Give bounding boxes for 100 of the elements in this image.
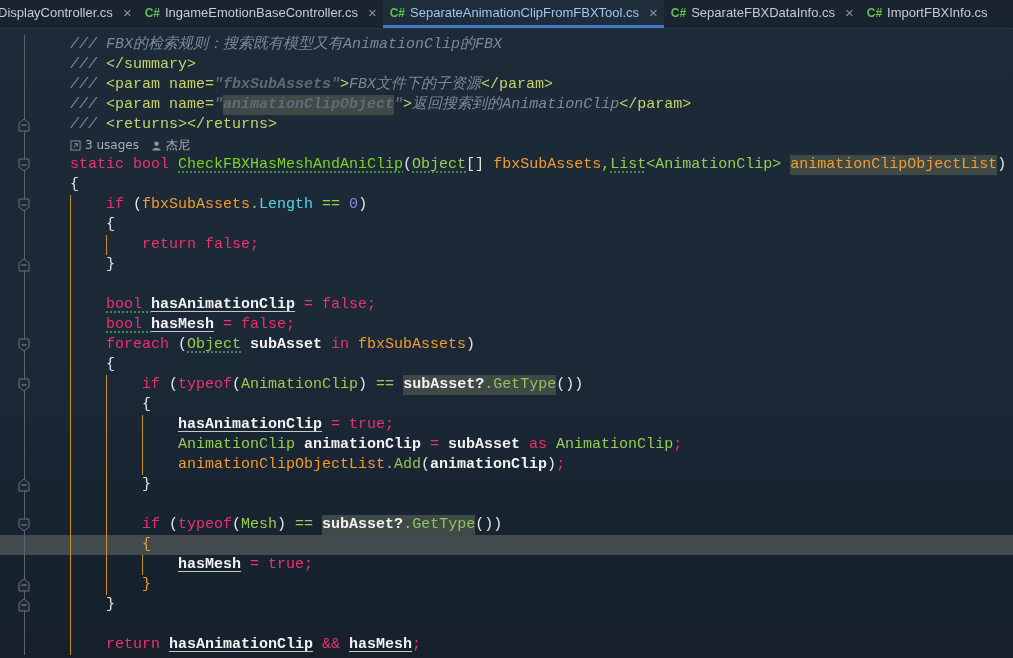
code-token: ( bbox=[232, 375, 242, 395]
code-token: } bbox=[106, 595, 115, 615]
code-token: hasAnimationClip bbox=[151, 295, 296, 315]
code-token: ( bbox=[133, 195, 143, 215]
code-token: bool bbox=[106, 295, 143, 315]
code-token: FBX文件下的子资源 bbox=[349, 75, 482, 95]
code-token: ( bbox=[421, 455, 431, 475]
code-token: [] bbox=[466, 155, 486, 175]
csharp-file-icon: C# bbox=[389, 5, 406, 20]
code-token: fbxSubAssets bbox=[142, 195, 251, 215]
usages-link[interactable]: 3 usages bbox=[70, 135, 139, 155]
code-token: ()) bbox=[556, 375, 584, 395]
code-token: typeof bbox=[178, 375, 233, 395]
code-token: = true; bbox=[330, 415, 395, 435]
code-token: { bbox=[142, 535, 151, 555]
code-token: CheckFBXHasMeshAndAniClip bbox=[178, 155, 404, 175]
code-token: AnimationClip bbox=[655, 155, 773, 175]
code-token: /// bbox=[70, 75, 99, 95]
code-token: 0 bbox=[349, 195, 359, 215]
author-link[interactable]: 杰尼 bbox=[150, 135, 190, 155]
code-token: animationClip bbox=[430, 455, 548, 475]
fold-marker-icon[interactable] bbox=[18, 118, 30, 132]
editor-tab[interactable]: C# ImportFBXInfo.cs bbox=[859, 0, 994, 28]
code-token: "fbxSubAssets" bbox=[214, 75, 341, 95]
code-token: . bbox=[250, 195, 260, 215]
fold-marker-icon[interactable] bbox=[18, 158, 30, 172]
code-token: ( bbox=[169, 375, 179, 395]
csharp-file-icon: C# bbox=[144, 5, 160, 20]
code-token: .GetType bbox=[403, 515, 476, 535]
code-token: /// bbox=[70, 95, 99, 115]
code-token: if bbox=[142, 375, 161, 395]
code-token: foreach bbox=[106, 335, 170, 355]
code-token: hasMesh bbox=[349, 635, 413, 655]
fold-marker-icon[interactable] bbox=[18, 518, 30, 532]
code-token: { bbox=[142, 395, 151, 415]
tab-label: SeparateFBXDataInfo.cs bbox=[691, 5, 835, 20]
editor-tab[interactable]: C# IngameEmotionBaseController.cs × bbox=[137, 0, 383, 28]
code-token: " bbox=[394, 95, 404, 115]
code-token: > bbox=[340, 75, 350, 95]
code-token: </param> bbox=[619, 95, 692, 115]
tab-label: IngameEmotionBaseController.cs bbox=[165, 5, 358, 20]
code-token: bool bbox=[106, 315, 143, 335]
fold-marker-icon[interactable] bbox=[18, 258, 30, 272]
code-token: < bbox=[646, 155, 656, 175]
fold-marker-icon[interactable] bbox=[18, 598, 30, 612]
code-token: { bbox=[106, 215, 115, 235]
code-token: animationClip bbox=[304, 435, 423, 455]
close-tab-button[interactable]: × bbox=[367, 4, 377, 21]
code-token: subAsset bbox=[448, 435, 522, 455]
code-token: { bbox=[106, 355, 115, 375]
code-token: 返回搜索到的AnimationClip bbox=[412, 95, 620, 115]
code-token: <param name= bbox=[106, 95, 215, 115]
code-token: AnimationClip bbox=[556, 435, 674, 455]
code-token: > bbox=[772, 155, 783, 175]
code-token: " bbox=[214, 95, 224, 115]
fold-marker-icon[interactable] bbox=[18, 578, 30, 592]
code-token: > bbox=[403, 95, 413, 115]
close-tab-button[interactable]: × bbox=[845, 4, 854, 21]
code-token: subAsset? bbox=[322, 515, 404, 535]
code-token: ) bbox=[358, 195, 368, 215]
code-token: fbxSubAssets bbox=[358, 335, 467, 355]
code-token: = true; bbox=[249, 555, 314, 575]
code-token: as bbox=[529, 435, 549, 455]
jump-icon bbox=[70, 139, 81, 151]
editor-tab[interactable]: C# SeparateFBXDataInfo.cs × bbox=[663, 0, 860, 28]
fold-marker-icon[interactable] bbox=[18, 378, 30, 392]
code-token: ( bbox=[232, 515, 242, 535]
code-token: == bbox=[295, 515, 315, 535]
fold-marker-icon[interactable] bbox=[18, 338, 30, 352]
tab-label: SeparateAnimationClipFromFBXTool.cs bbox=[410, 5, 640, 20]
code-token: hasMesh bbox=[151, 315, 215, 335]
close-tab-button[interactable]: × bbox=[122, 4, 132, 21]
csharp-file-icon: C# bbox=[866, 5, 883, 20]
editor-tab[interactable]: C# SeparateAnimationClipFromFBXTool.cs × bbox=[382, 0, 664, 28]
fold-marker-icon[interactable] bbox=[18, 198, 30, 212]
code-token: animationClipObjectList bbox=[178, 455, 386, 475]
code-token: Object bbox=[187, 335, 242, 355]
code-token: typeof bbox=[178, 515, 233, 535]
code-token: <param name= bbox=[106, 75, 215, 95]
code-token: } bbox=[106, 255, 115, 275]
code-token: hasAnimationClip bbox=[169, 635, 314, 655]
code-token: static bool bbox=[70, 155, 171, 175]
tab-label: ImportFBXInfo.cs bbox=[887, 5, 988, 20]
code-token: .GetType bbox=[484, 375, 557, 395]
code-token: ) bbox=[547, 455, 557, 475]
code-token: animationClipObjectList bbox=[790, 155, 998, 175]
code-token: hasMesh bbox=[178, 555, 241, 575]
code-token: ) bbox=[277, 515, 288, 535]
code-token: ) bbox=[997, 155, 1007, 175]
code-token: </param> bbox=[481, 75, 554, 95]
close-tab-button[interactable]: × bbox=[649, 4, 658, 21]
code-token: ; bbox=[556, 455, 566, 475]
fold-marker-icon[interactable] bbox=[18, 478, 30, 492]
code-token: ( bbox=[169, 515, 179, 535]
code-token: hasAnimationClip bbox=[178, 415, 323, 435]
code-token: in bbox=[331, 335, 351, 355]
code-token: = false; bbox=[303, 295, 377, 315]
code-token: = bbox=[430, 435, 441, 455]
code-token: </summary> bbox=[106, 55, 197, 75]
code-token: ) bbox=[466, 335, 476, 355]
